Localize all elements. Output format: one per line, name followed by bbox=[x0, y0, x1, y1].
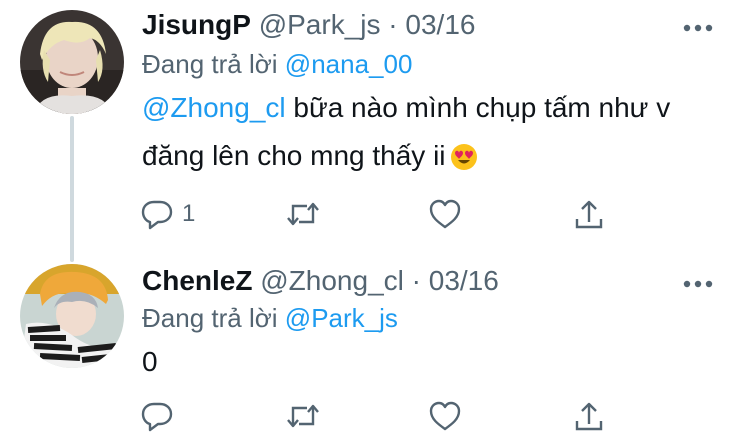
share-icon bbox=[574, 399, 604, 433]
tweet-header: ChenleZ @Zhong_cl · 03/16 bbox=[142, 264, 499, 298]
share-icon bbox=[574, 197, 604, 231]
avatar-photo bbox=[20, 264, 124, 368]
reply-button[interactable]: 1 bbox=[140, 196, 195, 232]
replying-prefix: Đang trả lời bbox=[142, 303, 278, 333]
tweet-text-line-1: 0 bbox=[142, 346, 158, 377]
share-button[interactable] bbox=[574, 196, 604, 232]
avatar-photo bbox=[20, 10, 124, 114]
tweet-text-line-1: @Zhong_cl bữa nào mình chụp tấm như v bbox=[142, 84, 722, 132]
like-icon bbox=[428, 198, 462, 230]
replying-to: Đang trả lời @nana_00 bbox=[142, 48, 412, 80]
reply-icon bbox=[140, 399, 174, 433]
tweet-date[interactable]: 03/16 bbox=[429, 265, 499, 296]
tweet-actions bbox=[140, 398, 620, 434]
separator-dot: · bbox=[411, 265, 421, 296]
tweet-header: JisungP @Park_js · 03/16 bbox=[142, 8, 475, 42]
retweet-icon bbox=[285, 197, 321, 231]
display-name[interactable]: JisungP bbox=[142, 9, 251, 40]
avatar[interactable] bbox=[20, 10, 124, 114]
text-content-line-2: đăng lên cho mng thấy ii bbox=[142, 140, 446, 171]
like-button[interactable] bbox=[428, 196, 462, 232]
avatar[interactable] bbox=[20, 264, 124, 368]
reply-count: 1 bbox=[182, 200, 196, 227]
heart-eyes-emoji-icon bbox=[450, 138, 478, 170]
reply-icon bbox=[140, 197, 174, 231]
like-icon bbox=[428, 400, 462, 432]
tweet-actions: 1 bbox=[140, 196, 620, 232]
tweet-date[interactable]: 03/16 bbox=[405, 9, 475, 40]
text-content: bữa nào mình chụp tấm như v bbox=[285, 92, 671, 123]
retweet-button[interactable] bbox=[285, 398, 321, 434]
like-button[interactable] bbox=[428, 398, 462, 434]
tweet-text: @Zhong_cl bữa nào mình chụp tấm như v đă… bbox=[142, 84, 722, 180]
text-mention[interactable]: @Zhong_cl bbox=[142, 92, 286, 123]
replying-to-mention[interactable]: @nana_00 bbox=[285, 49, 413, 79]
tweet-text: 0 bbox=[142, 338, 722, 386]
user-handle[interactable]: @Park_js bbox=[259, 9, 381, 40]
more-options-icon[interactable] bbox=[680, 272, 716, 296]
reply-button[interactable] bbox=[140, 398, 174, 434]
replying-to: Đang trả lời @Park_js bbox=[142, 302, 398, 334]
more-options-icon[interactable] bbox=[680, 16, 716, 40]
retweet-icon bbox=[285, 399, 321, 433]
tweet-text-line-2: đăng lên cho mng thấy ii bbox=[142, 132, 722, 180]
tweet-1[interactable]: JisungP @Park_js · 03/16 Đang trả lời @n… bbox=[0, 0, 750, 262]
reply-thread: JisungP @Park_js · 03/16 Đang trả lời @n… bbox=[0, 0, 750, 447]
replying-prefix: Đang trả lời bbox=[142, 49, 278, 79]
retweet-button[interactable] bbox=[285, 196, 321, 232]
separator-dot: · bbox=[388, 9, 398, 40]
display-name[interactable]: ChenleZ bbox=[142, 265, 252, 296]
share-button[interactable] bbox=[574, 398, 604, 434]
replying-to-mention[interactable]: @Park_js bbox=[285, 303, 398, 333]
tweet-2[interactable]: ChenleZ @Zhong_cl · 03/16 Đang trả lời @… bbox=[0, 262, 750, 447]
user-handle[interactable]: @Zhong_cl bbox=[260, 265, 404, 296]
